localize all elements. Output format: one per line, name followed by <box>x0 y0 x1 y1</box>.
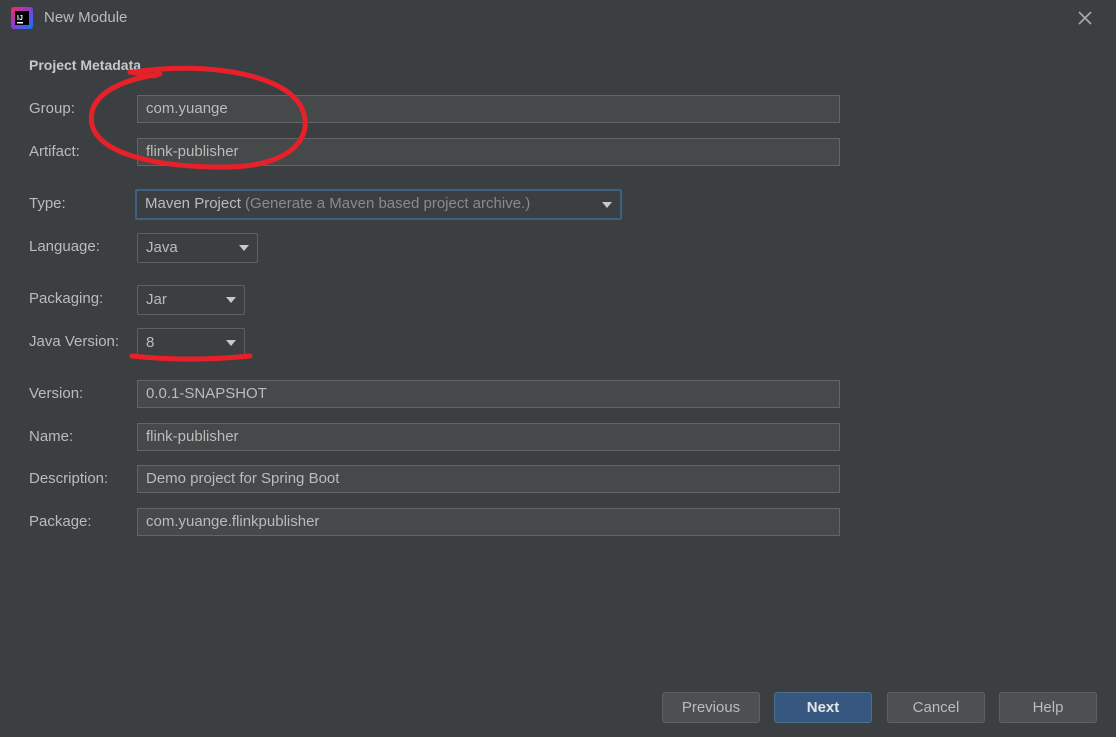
name-label: Name: <box>29 428 74 445</box>
java-version-label: Java Version: <box>29 333 120 350</box>
window-title: New Module <box>44 9 128 26</box>
chevron-down-icon <box>239 245 249 251</box>
packaging-select[interactable]: Jar <box>137 285 245 315</box>
name-field[interactable]: flink-publisher <box>137 423 840 451</box>
chevron-down-icon <box>602 202 612 208</box>
package-label: Package: <box>29 513 92 530</box>
description-label: Description: <box>29 470 109 487</box>
packaging-label: Packaging: <box>29 290 104 307</box>
artifact-field[interactable]: flink-publisher <box>137 138 840 166</box>
artifact-label: Artifact: <box>29 143 80 160</box>
language-label: Language: <box>29 238 100 255</box>
help-button[interactable]: Help <box>999 692 1097 723</box>
description-field[interactable]: Demo project for Spring Boot <box>137 465 840 493</box>
java-version-value: 8 <box>146 334 155 351</box>
version-label: Version: <box>29 385 84 402</box>
intellij-idea-icon: IJ <box>11 7 33 29</box>
packaging-value: Jar <box>146 291 167 308</box>
previous-button[interactable]: Previous <box>662 692 760 723</box>
chevron-down-icon <box>226 297 236 303</box>
chevron-down-icon <box>226 340 236 346</box>
close-icon[interactable] <box>1074 7 1096 29</box>
cancel-button[interactable]: Cancel <box>887 692 985 723</box>
title-bar: IJ New Module <box>0 0 1116 36</box>
type-label: Type: <box>29 195 66 212</box>
section-title: Project Metadata <box>29 57 142 73</box>
next-button[interactable]: Next <box>774 692 872 723</box>
type-hint: (Generate a Maven based project archive.… <box>245 195 531 212</box>
type-value: Maven Project <box>145 195 241 212</box>
language-value: Java <box>146 239 178 256</box>
package-field[interactable]: com.yuange.flinkpublisher <box>137 508 840 536</box>
group-label: Group: <box>29 100 75 117</box>
language-select[interactable]: Java <box>137 233 258 263</box>
group-field[interactable]: com.yuange <box>137 95 840 123</box>
java-version-select[interactable]: 8 <box>137 328 245 358</box>
type-select[interactable]: Maven Project (Generate a Maven based pr… <box>135 189 622 220</box>
version-field[interactable]: 0.0.1-SNAPSHOT <box>137 380 840 408</box>
svg-text:IJ: IJ <box>17 15 23 22</box>
